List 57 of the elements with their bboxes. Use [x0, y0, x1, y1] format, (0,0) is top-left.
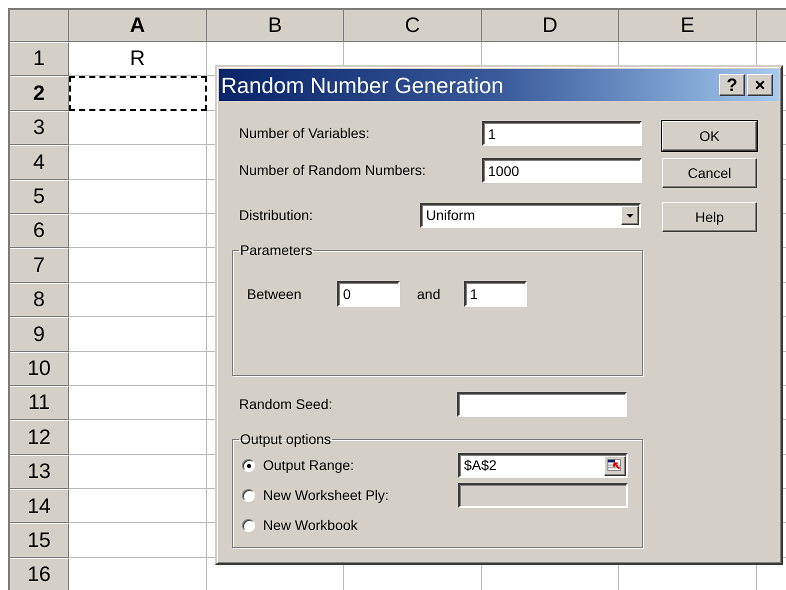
- column-header[interactable]: E: [619, 10, 757, 42]
- option-label: Output Range:: [263, 456, 354, 475]
- row-header[interactable]: 9: [10, 317, 69, 352]
- option-label: New Workbook: [263, 516, 358, 535]
- column-header[interactable]: C: [344, 10, 482, 42]
- row-header[interactable]: 1: [10, 42, 69, 76]
- window-title: Random Number Generation: [221, 72, 504, 100]
- cell[interactable]: R: [69, 42, 207, 76]
- row-header[interactable]: 10: [10, 352, 69, 386]
- row-header[interactable]: 3: [10, 110, 69, 146]
- distribution-dropdown[interactable]: Uniform: [420, 203, 641, 228]
- field-label: Distribution:: [238, 206, 314, 225]
- row-header[interactable]: 12: [10, 420, 69, 455]
- radio-button[interactable]: [242, 519, 255, 532]
- column-header[interactable]: B: [207, 10, 344, 42]
- row-header[interactable]: 2: [10, 76, 69, 111]
- dialog-button[interactable]: OK: [662, 121, 757, 151]
- option-label: New Worksheet Ply:: [263, 486, 389, 505]
- seed-field[interactable]: [457, 392, 627, 417]
- column-header[interactable]: A: [69, 10, 207, 42]
- column-header[interactable]: [757, 10, 786, 42]
- row-header[interactable]: 13: [10, 454, 69, 490]
- row-header[interactable]: 15: [10, 523, 69, 558]
- cell[interactable]: [69, 76, 207, 111]
- field-label: Between: [247, 284, 302, 304]
- field-label: and: [417, 284, 442, 304]
- output-range-field[interactable]: $A$2: [458, 453, 628, 478]
- dialog-button[interactable]: Help: [662, 202, 757, 232]
- row-header[interactable]: 6: [10, 214, 69, 248]
- radio-button[interactable]: [242, 459, 255, 472]
- cell-text: R: [130, 46, 146, 72]
- radio-button[interactable]: [242, 489, 255, 502]
- field-label: Random Seed:: [238, 395, 334, 414]
- row-header[interactable]: 4: [10, 145, 69, 180]
- range-select-icon[interactable]: [604, 456, 626, 476]
- help-button[interactable]: ?: [719, 74, 745, 96]
- field-label: Number of Random Numbers:: [238, 161, 427, 180]
- close-button[interactable]: ×: [747, 74, 773, 96]
- dropdown-value: Uniform: [426, 206, 476, 225]
- number-field[interactable]: 1000: [482, 158, 642, 183]
- number-field[interactable]: 1: [482, 121, 642, 146]
- row-header[interactable]: 14: [10, 489, 69, 524]
- worksheet-name-field[interactable]: [458, 483, 628, 508]
- field-value: $A$2: [464, 456, 497, 475]
- column-header[interactable]: D: [482, 10, 619, 42]
- upper-bound-field[interactable]: 1: [464, 281, 527, 307]
- panel-title: Output options: [239, 430, 332, 449]
- panel-title: Parameters: [239, 241, 314, 260]
- row-header[interactable]: 11: [10, 386, 69, 420]
- corner-header[interactable]: [10, 10, 69, 42]
- lower-bound-field[interactable]: 0: [337, 281, 400, 307]
- row-header[interactable]: 7: [10, 248, 69, 283]
- row-header[interactable]: 8: [10, 282, 69, 318]
- dialog-button[interactable]: Cancel: [662, 158, 757, 188]
- row-header[interactable]: 16: [10, 558, 69, 590]
- row-header[interactable]: 5: [10, 180, 69, 214]
- field-label: Number of Variables:: [238, 124, 370, 143]
